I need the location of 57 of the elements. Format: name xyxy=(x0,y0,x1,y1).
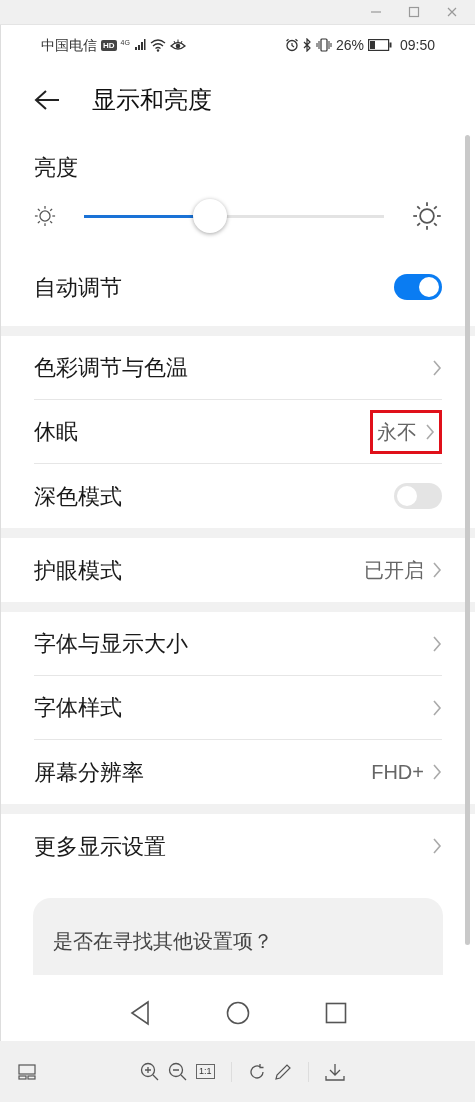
chevron-icon xyxy=(432,698,442,717)
settings-row[interactable]: 字体与显示大小 xyxy=(34,612,442,676)
slider-thumb[interactable] xyxy=(193,198,227,233)
battery-icon xyxy=(367,39,392,51)
settings-row[interactable]: 更多显示设置 xyxy=(34,814,442,878)
rotate-icon[interactable] xyxy=(247,1062,266,1081)
chevron-icon xyxy=(432,634,442,653)
download-icon[interactable] xyxy=(324,1062,345,1081)
chevron-icon xyxy=(432,837,442,855)
setting-value: FHD+ xyxy=(371,760,424,785)
clock-time: 09:50 xyxy=(399,35,435,55)
vibrate-icon xyxy=(315,38,332,52)
recents-icon[interactable] xyxy=(325,1002,347,1024)
battery-percent: 26% xyxy=(335,35,364,55)
chevron-icon xyxy=(432,763,442,781)
setting-label: 色彩调节与色温 xyxy=(34,354,188,382)
actual-size-button[interactable]: 1:1 xyxy=(196,1064,215,1079)
carrier-name: 中国电信 xyxy=(41,35,97,55)
settings-row[interactable]: 深色模式 xyxy=(34,464,442,528)
setting-label: 休眠 xyxy=(34,418,78,446)
settings-row[interactable]: 护眼模式 已开启 xyxy=(34,538,442,602)
wifi-icon xyxy=(149,38,166,52)
alarm-icon xyxy=(284,38,299,52)
toggle-switch[interactable] xyxy=(394,274,442,300)
back-icon[interactable] xyxy=(129,1000,151,1026)
chevron-icon xyxy=(432,561,442,579)
hd-badge: HD xyxy=(101,39,117,51)
suggestion-title: 是否在寻找其他设置项？ xyxy=(53,929,274,954)
zoom-in-icon[interactable] xyxy=(140,1061,160,1082)
pencil-icon[interactable] xyxy=(273,1062,292,1081)
setting-label: 更多显示设置 xyxy=(34,832,166,861)
brightness-high-icon xyxy=(412,201,442,231)
zoom-out-icon[interactable] xyxy=(168,1061,188,1082)
setting-value: 已开启 xyxy=(364,558,424,583)
settings-row[interactable]: 休眠 永不 xyxy=(34,400,442,464)
settings-row[interactable]: 屏幕分辨率 FHD+ xyxy=(34,740,442,804)
chevron-icon xyxy=(425,422,435,441)
toggle-switch[interactable] xyxy=(394,483,442,509)
signal-icon xyxy=(133,39,146,51)
eye-icon xyxy=(169,38,186,52)
setting-label: 深色模式 xyxy=(34,482,122,511)
setting-label: 字体样式 xyxy=(34,694,122,722)
setting-label: 屏幕分辨率 xyxy=(34,758,144,787)
setting-value: 永不 xyxy=(377,419,417,445)
brightness-low-icon xyxy=(34,205,56,227)
layout-icon[interactable] xyxy=(18,1063,36,1080)
page-title: 显示和亮度 xyxy=(92,85,212,115)
section-title: 亮度 xyxy=(34,154,79,182)
setting-label: 护眼模式 xyxy=(34,556,122,585)
back-arrow-icon[interactable] xyxy=(34,89,60,111)
settings-row[interactable]: 字体样式 xyxy=(34,676,442,740)
setting-label: 自动调节 xyxy=(34,273,122,302)
chevron-icon xyxy=(432,358,442,377)
settings-row[interactable]: 色彩调节与色温 xyxy=(34,336,442,400)
home-icon[interactable] xyxy=(226,1001,250,1025)
setting-label: 字体与显示大小 xyxy=(34,630,188,658)
bluetooth-icon xyxy=(302,38,312,52)
